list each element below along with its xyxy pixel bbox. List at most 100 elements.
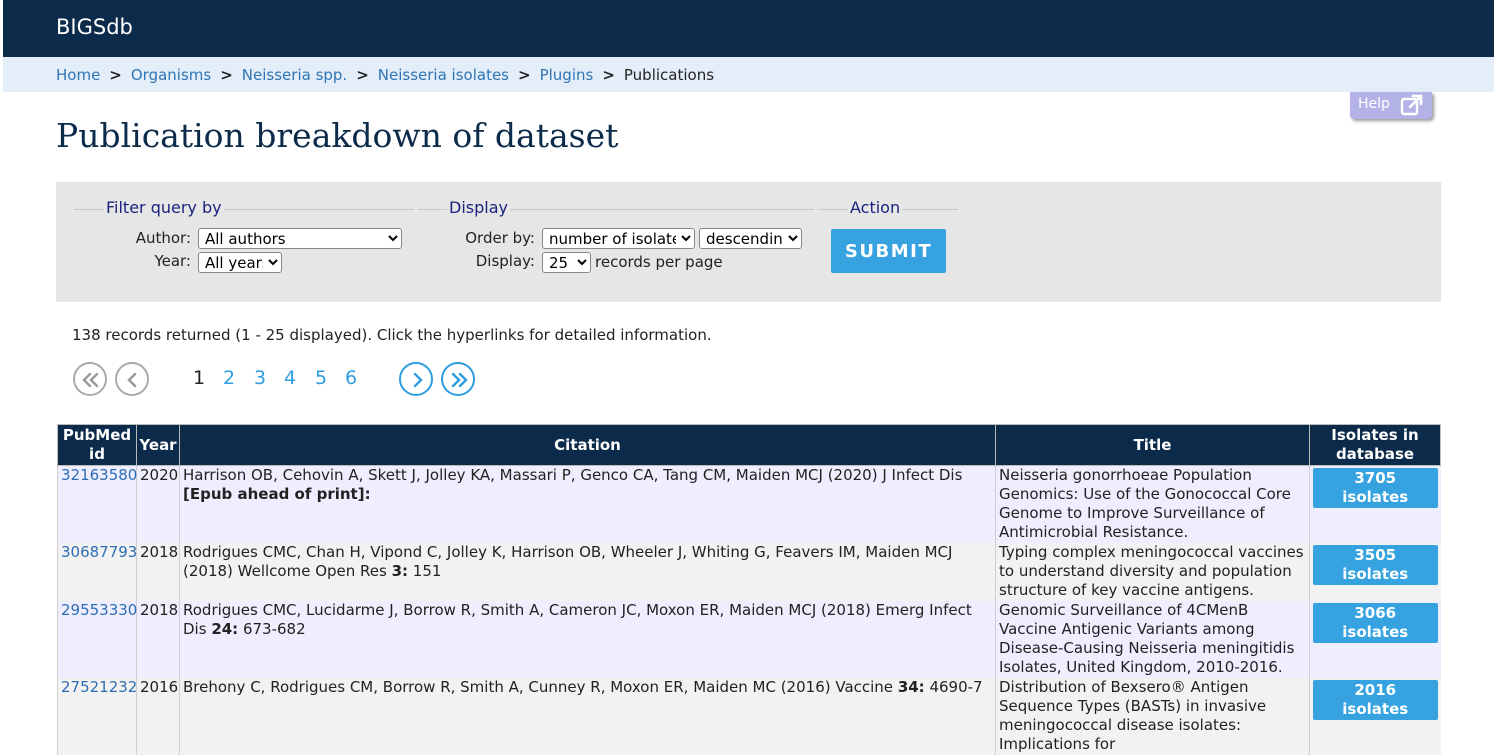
citation-volume: 34: — [897, 678, 925, 696]
breadcrumb-separator: > — [602, 66, 615, 84]
author-label: Author: — [135, 229, 191, 247]
breadcrumb-separator: > — [220, 66, 233, 84]
isolates-button[interactable]: 3705 isolates — [1313, 468, 1438, 508]
breadcrumb-current: Publications — [623, 66, 715, 84]
citation-volume: 24: — [211, 620, 239, 638]
year-cell: 2018 — [136, 601, 180, 678]
citation-text: Brehony C, Rodrigues CM, Borrow R, Smith… — [183, 678, 898, 696]
author-select[interactable]: All authors — [198, 228, 402, 249]
breadcrumb-organisms[interactable]: Organisms — [131, 66, 211, 84]
external-link-icon — [1400, 94, 1424, 116]
top-bar: BIGSdb — [3, 0, 1494, 57]
order-by-label: Order by: — [465, 229, 535, 247]
breadcrumb-separator: > — [356, 66, 369, 84]
citation-volume: 3: — [391, 562, 409, 580]
first-page-button[interactable] — [73, 362, 107, 396]
page-title: Publication breakdown of dataset — [56, 116, 619, 155]
page-3[interactable]: 3 — [254, 367, 266, 389]
citation-cell: Brehony C, Rodrigues CM, Borrow R, Smith… — [179, 678, 996, 755]
records-per-page-select[interactable]: 25 — [542, 252, 591, 273]
table-row: 30687793 2018 Rodrigues CMC, Chan H, Vip… — [57, 543, 1441, 601]
page-2[interactable]: 2 — [223, 367, 235, 389]
table-row: 29553330 2018 Rodrigues CMC, Lucidarme J… — [57, 601, 1441, 678]
citation-volume: [Epub ahead of print]: — [183, 485, 371, 503]
header-pubmed: PubMed id — [57, 424, 137, 466]
order-by-select[interactable]: number of isolates — [542, 228, 695, 249]
filter-legend: Filter query by — [104, 198, 224, 217]
breadcrumb-neisseria-spp[interactable]: Neisseria spp. — [242, 66, 347, 84]
order-direction-select[interactable]: descending — [699, 228, 802, 249]
pubmed-cell: 27521232 — [57, 678, 137, 755]
query-form-panel: Filter query by Author: All authors Year… — [56, 182, 1441, 302]
filter-fieldset: Filter query by — [74, 198, 414, 217]
isolates-button[interactable]: 2016 isolates — [1313, 680, 1438, 720]
help-label: Help — [1358, 96, 1390, 112]
page-4[interactable]: 4 — [284, 367, 296, 389]
breadcrumb-separator: > — [518, 66, 531, 84]
page-5[interactable]: 5 — [315, 367, 327, 389]
page-6[interactable]: 6 — [345, 367, 357, 389]
year-cell: 2018 — [136, 543, 180, 601]
title-cell: Distribution of Bexsero® Antigen Sequenc… — [995, 678, 1310, 755]
title-cell: Neisseria gonorrhoeae Population Genomic… — [995, 465, 1310, 543]
prev-page-icon — [127, 372, 137, 388]
year-cell: 2020 — [136, 465, 180, 543]
citation-cell: Rodrigues CMC, Lucidarme J, Borrow R, Sm… — [179, 601, 996, 678]
isolates-cell: 3505 isolates — [1309, 543, 1441, 601]
display-label: Display: — [475, 252, 535, 270]
header-isolates: Isolates in database — [1309, 424, 1441, 466]
pubmed-link[interactable]: 29553330 — [61, 601, 137, 619]
next-page-button[interactable] — [399, 362, 433, 396]
citation-cell: Harrison OB, Cehovin A, Skett J, Jolley … — [179, 465, 996, 543]
citation-text: Harrison OB, Cehovin A, Skett J, Jolley … — [183, 466, 963, 484]
citation-text: Rodrigues CMC, Chan H, Vipond C, Jolley … — [183, 543, 953, 580]
header-title: Title — [995, 424, 1310, 466]
table-row: 32163580 2020 Harrison OB, Cehovin A, Sk… — [57, 465, 1441, 543]
isolates-cell: 3066 isolates — [1309, 601, 1441, 678]
first-page-icon — [82, 372, 99, 388]
pubmed-cell: 32163580 — [57, 465, 137, 543]
last-page-icon — [451, 372, 468, 388]
pubmed-link[interactable]: 32163580 — [61, 466, 137, 484]
year-select[interactable]: All years — [198, 252, 282, 273]
breadcrumb-plugins[interactable]: Plugins — [540, 66, 594, 84]
citation-cell: Rodrigues CMC, Chan H, Vipond C, Jolley … — [179, 543, 996, 601]
isolates-cell: 3705 isolates — [1309, 465, 1441, 543]
breadcrumb-home[interactable]: Home — [56, 66, 100, 84]
year-label: Year: — [154, 252, 191, 270]
pubmed-link[interactable]: 30687793 — [61, 543, 137, 561]
help-button[interactable]: Help — [1350, 92, 1432, 119]
app-brand[interactable]: BIGSdb — [56, 15, 133, 39]
display-fieldset: Display — [418, 198, 814, 217]
isolates-button[interactable]: 3505 isolates — [1313, 545, 1438, 585]
table-row: 27521232 2016 Brehony C, Rodrigues CM, B… — [57, 678, 1441, 755]
title-cell: Genomic Surveillance of 4CMenB Vaccine A… — [995, 601, 1310, 678]
records-per-page-suffix: records per page — [595, 253, 723, 271]
page-1: 1 — [193, 367, 206, 389]
results-summary: 138 records returned (1 - 25 displayed).… — [72, 326, 712, 344]
citation-pages: 4690-7 — [924, 678, 983, 696]
citation-pages: 151 — [408, 562, 442, 580]
submit-button[interactable]: SUBMIT — [831, 229, 946, 273]
pubmed-cell: 30687793 — [57, 543, 137, 601]
prev-page-button[interactable] — [115, 362, 149, 396]
isolates-cell: 2016 isolates — [1309, 678, 1441, 755]
header-citation: Citation — [179, 424, 996, 466]
title-cell: Typing complex meningococcal vaccines to… — [995, 543, 1310, 601]
breadcrumb: Home > Organisms > Neisseria spp. > Neisseria … — [3, 57, 1494, 92]
last-page-button[interactable] — [441, 362, 475, 396]
pubmed-link[interactable]: 27521232 — [61, 678, 137, 696]
action-legend: Action — [848, 198, 903, 217]
year-cell: 2016 — [136, 678, 180, 755]
citation-pages: 673-682 — [238, 620, 306, 638]
breadcrumb-neisseria-isolates[interactable]: Neisseria isolates — [378, 66, 509, 84]
pubmed-cell: 29553330 — [57, 601, 137, 678]
table-header-row: PubMed id Year Citation Title Isolates i… — [57, 424, 1441, 466]
breadcrumb-separator: > — [109, 66, 122, 84]
display-legend: Display — [447, 198, 510, 217]
action-fieldset: Action — [819, 198, 958, 217]
next-page-icon — [413, 372, 423, 388]
isolates-button[interactable]: 3066 isolates — [1313, 603, 1438, 643]
header-year: Year — [136, 424, 180, 466]
publications-table: PubMed id Year Citation Title Isolates i… — [57, 424, 1441, 755]
